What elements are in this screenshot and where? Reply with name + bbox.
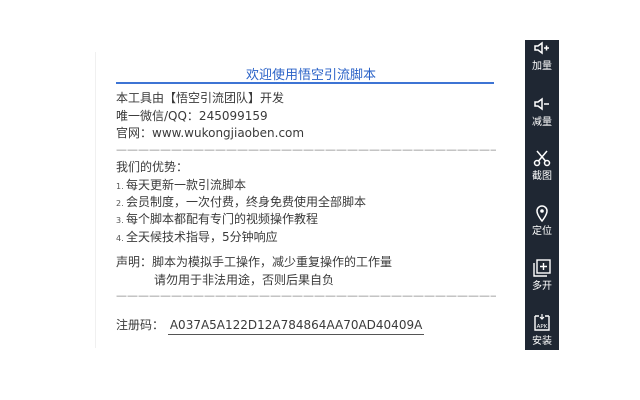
svg-text:APK: APK xyxy=(537,324,548,330)
location-label: 定位 xyxy=(532,226,552,237)
statement-line-1: 声明：脚本为模拟手工操作，减少重复操作的工作量 xyxy=(116,255,393,269)
screenshot-button[interactable]: 截图 xyxy=(525,148,559,198)
registration-code-field[interactable]: A037A5A122D12A784864AA70AD40409A xyxy=(167,317,425,335)
volume-down-label: 减量 xyxy=(532,117,552,128)
separator-2: ————————————————————————————————————————… xyxy=(116,289,496,302)
intro-contact: 唯一微信/QQ：245099159 xyxy=(116,109,268,123)
dialog-title: 欢迎使用悟空引流脚本 xyxy=(245,68,376,83)
advantage-text: 每天更新一款引流脚本 xyxy=(126,178,247,192)
title-underline xyxy=(116,82,494,84)
multi-instance-label: 多开 xyxy=(532,281,552,292)
advantage-item: 2. 会员制度，一次付费，终身免费使用全部脚本 xyxy=(116,194,366,212)
advantages-heading: 我们的优势： xyxy=(116,160,189,174)
screenshot-label: 截图 xyxy=(532,171,552,182)
location-button[interactable]: 定位 xyxy=(525,203,559,253)
intro-website: 官网：www.wukongjiaoben.com xyxy=(116,126,305,140)
advantage-number: 2. xyxy=(116,199,124,208)
advantage-text: 会员制度，一次付费，终身免费使用全部脚本 xyxy=(126,195,367,209)
install-apk-button[interactable]: APK 安装 xyxy=(525,313,559,363)
welcome-dialog: 欢迎使用悟空引流脚本 本工具由【悟空引流团队】开发 唯一微信/QQ：245099… xyxy=(95,52,526,348)
registration-label: 注册码： xyxy=(116,318,165,332)
multi-instance-button[interactable]: 多开 xyxy=(525,258,559,308)
intro-developer: 本工具由【悟空引流团队】开发 xyxy=(116,91,285,105)
volume-up-button[interactable]: 加量 xyxy=(525,38,559,88)
advantage-item: 1. 每天更新一款引流脚本 xyxy=(116,177,246,195)
scissors-icon xyxy=(533,150,551,167)
registration-row: 注册码： A037A5A122D12A784864AA70AD40409A xyxy=(116,317,425,335)
volume-down-button[interactable]: 减量 xyxy=(525,94,559,144)
advantage-number: 1. xyxy=(116,182,124,191)
advantage-item: 4. 全天候技术指导，5分钟响应 xyxy=(116,229,278,247)
volume-up-label: 加量 xyxy=(532,61,552,72)
multi-window-icon xyxy=(533,259,551,277)
location-pin-icon xyxy=(536,205,548,223)
advantage-item: 3. 每个脚本都配有专门的视频操作教程 xyxy=(116,211,318,229)
volume-up-icon xyxy=(534,41,549,55)
advantage-number: 4. xyxy=(116,234,124,243)
separator-1: ————————————————————————————————————————… xyxy=(116,143,496,156)
apk-install-icon: APK xyxy=(534,314,550,331)
statement-line-2: 请勿用于非法用途，否则后果自负 xyxy=(154,273,335,287)
advantage-text: 每个脚本都配有专门的视频操作教程 xyxy=(126,212,319,226)
volume-down-icon xyxy=(534,97,549,111)
advantage-text: 全天候技术指导，5分钟响应 xyxy=(126,230,278,244)
emulator-side-toolbar: 加量 减量 截图 定位 多开 APK 安装 xyxy=(525,40,559,350)
advantage-number: 3. xyxy=(116,216,124,225)
install-apk-label: 安装 xyxy=(532,336,552,347)
